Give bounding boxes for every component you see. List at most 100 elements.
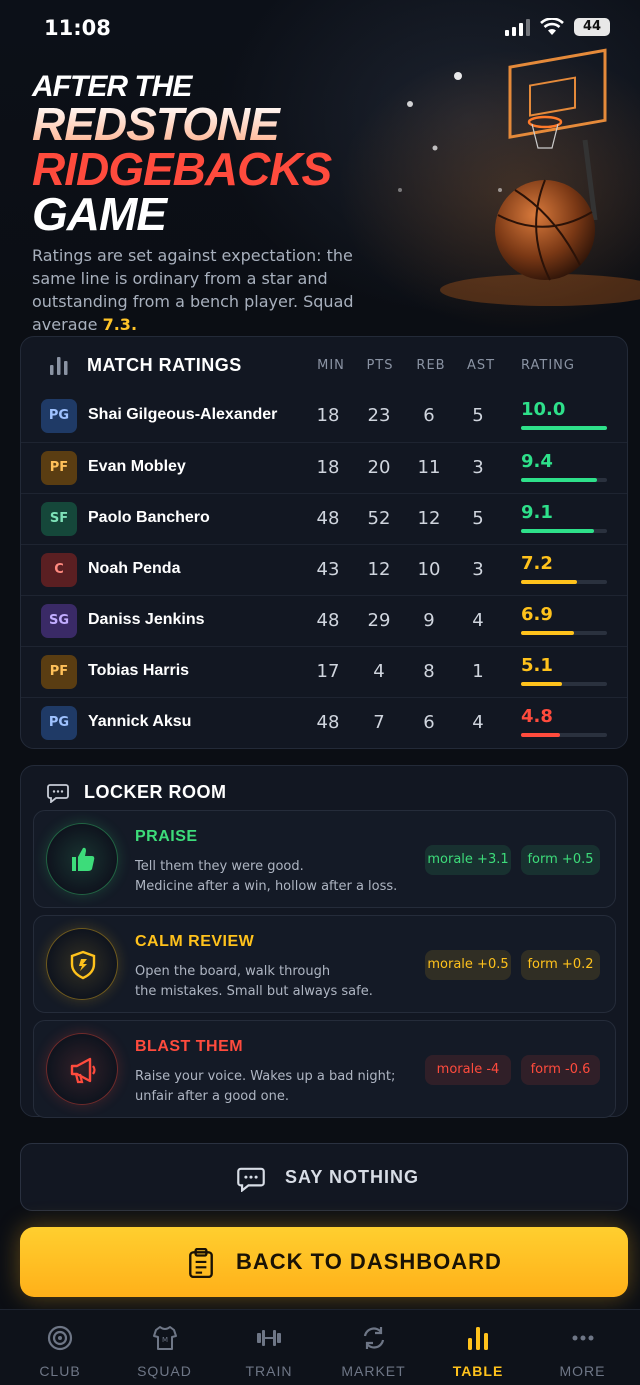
stat-reb: 6 [423, 712, 435, 733]
back-to-dashboard-label: BACK TO DASHBOARD [236, 1249, 502, 1274]
option-description-line-1: Tell them they were good. [135, 859, 304, 874]
battery-indicator: 44 [574, 18, 610, 36]
rating-bar-fill [521, 426, 607, 430]
page-title: AFTER THE REDSTONE RIDGEBACKS GAME [32, 72, 332, 240]
position-badge: PG [41, 399, 77, 433]
player-name: Noah Penda [88, 560, 181, 577]
option-description: Raise your voice. Wakes up a bad night; … [135, 1067, 405, 1107]
status-time: 11:08 [44, 16, 111, 40]
hero-header: 11:08 44 AFTER THE REDSTONE RIDGEBACKS G… [0, 0, 640, 330]
stat-reb: 6 [423, 405, 435, 426]
tab-table[interactable]: TABLE [425, 1310, 531, 1385]
position-badge: C [41, 553, 77, 587]
tab-market[interactable]: MARKET [321, 1310, 427, 1385]
svg-text:M: M [161, 1336, 167, 1344]
player-name: Shai Gilgeous-Alexander [88, 406, 278, 423]
stat-min: 18 [316, 457, 340, 478]
locker-option-blast-them[interactable]: BLAST THEM Raise your voice. Wakes up a … [33, 1020, 616, 1118]
thumbs-up-icon [72, 847, 95, 871]
stat-ast: 4 [472, 712, 484, 733]
form-chip: form +0.5 [521, 845, 600, 875]
tab-club[interactable]: CLUB [7, 1310, 113, 1385]
rating-bar-fill [521, 631, 575, 635]
option-icon-ring [46, 823, 118, 895]
player-name: Yannick Aksu [88, 713, 192, 730]
rating-value: 6.9 [521, 604, 553, 625]
option-description: Tell them they were good. Medicine after… [135, 857, 405, 897]
title-line-3: RIDGEBACKS [32, 143, 332, 195]
position-badge: PF [41, 655, 77, 689]
player-row[interactable]: PG Shai Gilgeous-Alexander 18 23 6 5 10.0 [21, 391, 627, 441]
position-badge: PF [41, 451, 77, 485]
rating-bar [521, 478, 607, 482]
rating-value: 10.0 [521, 399, 566, 420]
ratings-title: MATCH RATINGS [87, 355, 242, 375]
column-header-rating: RATING [521, 358, 575, 373]
say-nothing-label: SAY NOTHING [285, 1167, 420, 1187]
position-badge: SG [41, 604, 77, 638]
status-icons: 44 [505, 18, 610, 36]
rating-bar-fill [521, 580, 577, 584]
form-chip: form -0.6 [521, 1055, 600, 1085]
rating-value: 7.2 [521, 553, 553, 574]
column-header-reb: REB [416, 358, 446, 373]
stat-reb: 11 [417, 457, 441, 478]
stat-min: 48 [316, 712, 340, 733]
stat-pts: 29 [367, 610, 391, 631]
rating-bar [521, 529, 607, 533]
clipboard-icon [189, 1248, 213, 1278]
stat-pts: 20 [367, 457, 391, 478]
more-icon [572, 1335, 593, 1341]
title-line-4: GAME [32, 188, 167, 240]
tab-label: MARKET [341, 1363, 406, 1379]
rating-bar-fill [521, 682, 563, 686]
squad-average-value: 7.3. [102, 315, 138, 330]
tab-more[interactable]: MORE [530, 1310, 636, 1385]
shield-icon [70, 950, 96, 980]
locker-option-calm-review[interactable]: CALM REVIEW Open the board, walk through… [33, 915, 616, 1013]
stat-reb: 8 [423, 661, 435, 682]
rating-bar [521, 733, 607, 737]
player-row[interactable]: SF Paolo Banchero 48 52 12 5 9.1 [21, 493, 627, 543]
player-row[interactable]: PF Evan Mobley 18 20 11 3 9.4 [21, 442, 627, 492]
cellular-signal-icon [505, 18, 530, 36]
stat-reb: 12 [417, 508, 441, 529]
option-description-line-1: Open the board, walk through [135, 964, 331, 979]
rating-bar-fill [521, 733, 560, 737]
morale-chip: morale -4 [425, 1055, 511, 1085]
back-to-dashboard-button[interactable]: BACK TO DASHBOARD [20, 1227, 628, 1297]
bar-chart-icon [50, 357, 68, 375]
column-header-min: MIN [317, 358, 345, 373]
stat-pts: 12 [367, 559, 391, 580]
tab-squad[interactable]: M SQUAD [112, 1310, 218, 1385]
stat-ast: 1 [472, 661, 484, 682]
stat-min: 48 [316, 610, 340, 631]
option-description-line-2: unfair after a good one. [135, 1089, 289, 1104]
jersey-icon: M [152, 1326, 177, 1350]
tab-label: CLUB [39, 1363, 81, 1379]
player-name: Tobias Harris [88, 662, 190, 679]
option-description-line-1: Raise your voice. Wakes up a bad night; [135, 1069, 396, 1084]
locker-room-card: LOCKER ROOM PRAISE Tell them they were g… [20, 765, 628, 1118]
player-row[interactable]: PF Tobias Harris 17 4 8 1 5.1 [21, 646, 627, 696]
ratings-header: MATCH RATINGS MIN PTS REB AST RATING [21, 337, 627, 391]
player-row[interactable]: SG Daniss Jenkins 48 29 9 4 6.9 [21, 595, 627, 645]
form-chip: form +0.2 [521, 950, 600, 980]
wifi-icon [540, 18, 564, 35]
match-ratings-card: MATCH RATINGS MIN PTS REB AST RATING PG S… [20, 336, 628, 749]
bar-chart-icon [468, 1327, 488, 1350]
megaphone-icon [70, 1057, 96, 1084]
title-line-2: REDSTONE [32, 101, 331, 147]
option-description-line-2: Medicine after a win, hollow after a los… [135, 879, 398, 894]
player-row[interactable]: C Noah Penda 43 12 10 3 7.2 [21, 544, 627, 594]
stat-min: 48 [316, 508, 340, 529]
page-subtitle: Ratings are set against expectation: the… [32, 244, 392, 330]
player-row[interactable]: PG Yannick Aksu 48 7 6 4 4.8 [21, 697, 627, 747]
column-header-ast: AST [466, 358, 496, 373]
column-header-pts: PTS [366, 358, 394, 373]
tab-train[interactable]: TRAIN [216, 1310, 322, 1385]
locker-option-praise[interactable]: PRAISE Tell them they were good. Medicin… [33, 810, 616, 908]
say-nothing-button[interactable]: SAY NOTHING [20, 1143, 628, 1211]
stat-ast: 4 [472, 610, 484, 631]
stat-reb: 9 [423, 610, 435, 631]
